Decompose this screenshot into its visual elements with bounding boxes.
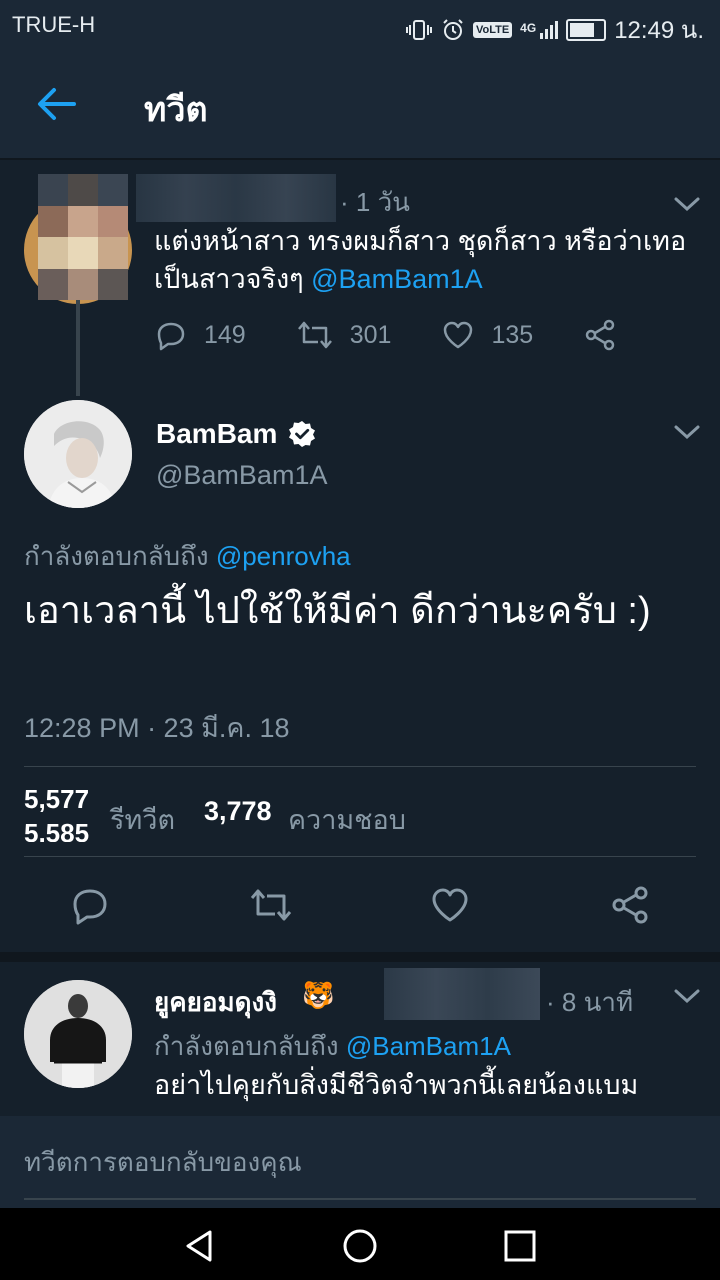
pixelated-avatar: [38, 174, 128, 300]
retweet-button[interactable]: 301: [296, 318, 392, 352]
retweet-count-new: 5,585: [24, 818, 90, 842]
chevron-down-icon[interactable]: [672, 194, 702, 214]
page-title: ทวีต: [144, 91, 208, 129]
profile-photo: [24, 980, 132, 1088]
retweet-icon[interactable]: [248, 884, 294, 926]
back-button[interactable]: [34, 84, 78, 124]
carrier-label: TRUE-H: [12, 12, 96, 37]
replying-to: กำลังตอบกลับถึง @penrovha: [24, 536, 351, 577]
system-navigation-bar: [0, 1208, 720, 1280]
like-button[interactable]: 135: [441, 318, 533, 352]
blurred-username: [384, 968, 540, 1020]
reply-icon: [157, 322, 185, 351]
status-bar: TRUE-H VoLTE 4G 12:49 น.: [0, 0, 720, 48]
display-name[interactable]: ยูคยอมดุงงิ: [154, 982, 277, 1023]
tweet-actions: [0, 876, 720, 936]
heart-icon: [444, 321, 473, 349]
tweet-timestamp: 12:28 PM · 23 มี.ค. 18: [24, 713, 290, 743]
replying-to: กำลังตอบกลับถึง @BamBam1A: [154, 1026, 511, 1067]
divider: [24, 766, 696, 767]
retweet-count-old: 5,577: [24, 784, 90, 814]
like-label: ความชอบ: [288, 805, 406, 835]
avatar[interactable]: [24, 400, 132, 508]
vibrate-icon: [405, 19, 432, 40]
divider: [24, 856, 696, 857]
mention-link[interactable]: @BamBam1A: [311, 264, 482, 294]
chevron-down-icon[interactable]: [672, 422, 702, 442]
retweet-count-rolling[interactable]: 5,577 5,585: [24, 782, 104, 842]
status-icons: VoLTE 4G 12:49 น.: [405, 10, 704, 49]
back-triangle-icon[interactable]: [180, 1226, 220, 1266]
tweet-text: อย่าไปคุยกับสิ่งมีชีวิตจำพวกนี้เลยน้องแบ…: [154, 1070, 639, 1100]
avatar[interactable]: [24, 980, 132, 1088]
retweet-icon: [297, 321, 332, 349]
engagement-stats: 5,577 5,585 รีทวีต 3,778 ความชอบ: [24, 784, 696, 842]
retweet-label: รีทวีต: [110, 805, 175, 835]
replying-label: กำลังตอบกลับถึง: [24, 541, 216, 571]
mention-link[interactable]: @penrovha: [216, 541, 351, 571]
signal-4g-icon: 4G: [520, 20, 559, 39]
tweet-time: · 8 นาที: [546, 987, 634, 1017]
tweet-text: เอาเวลานี้ ไปใช้ให้มีค่า ดีกว่านะครับ :): [24, 590, 651, 632]
tiger-emoji: 🐯: [302, 980, 335, 1010]
share-icon: [585, 319, 615, 351]
recents-square-icon[interactable]: [500, 1226, 540, 1266]
share-button[interactable]: [583, 318, 617, 352]
profile-photo: [24, 400, 132, 508]
volte-icon: VoLTE: [472, 21, 513, 38]
section-separator: [0, 952, 720, 962]
arrow-left-icon: [38, 88, 76, 120]
retweet-count: 301: [349, 320, 392, 349]
reply-input[interactable]: ทวีตการตอบกลับของคุณ: [24, 1142, 696, 1200]
blurred-username: [136, 174, 336, 222]
replying-label: กำลังตอบกลับถึง: [154, 1031, 346, 1061]
tweet-actions: 149 301 135: [154, 318, 667, 352]
display-name[interactable]: BamBam: [156, 418, 277, 450]
user-handle[interactable]: @BamBam1A: [156, 460, 327, 491]
network-label: 4G: [520, 20, 537, 35]
reply-compose-bar: ทวีตการตอบกลับของคุณ: [0, 1116, 720, 1208]
chevron-down-icon[interactable]: [672, 986, 702, 1006]
thread-line: [76, 300, 80, 396]
top-app-bar: ทวีต: [0, 48, 720, 160]
reply-button[interactable]: 149: [154, 318, 246, 352]
share-icon[interactable]: [609, 884, 651, 926]
heart-icon[interactable]: [429, 884, 471, 926]
tweet-text: แต่งหน้าสาว ทรงผมก็สาว ชุดก็สาว หรือว่าเ…: [154, 222, 694, 298]
reply-count: 149: [204, 320, 246, 349]
mention-link[interactable]: @BamBam1A: [346, 1031, 511, 1061]
battery-icon: [566, 18, 607, 41]
like-count: 135: [491, 320, 534, 349]
verified-badge-icon: [289, 421, 315, 447]
alarm-icon: [443, 18, 463, 40]
home-circle-icon[interactable]: [340, 1226, 380, 1266]
like-count[interactable]: 3,778: [204, 796, 272, 827]
clock: 12:49 น.: [614, 17, 704, 44]
reply-icon[interactable]: [69, 884, 111, 926]
tweet-time: · 1 วัน: [340, 187, 410, 217]
